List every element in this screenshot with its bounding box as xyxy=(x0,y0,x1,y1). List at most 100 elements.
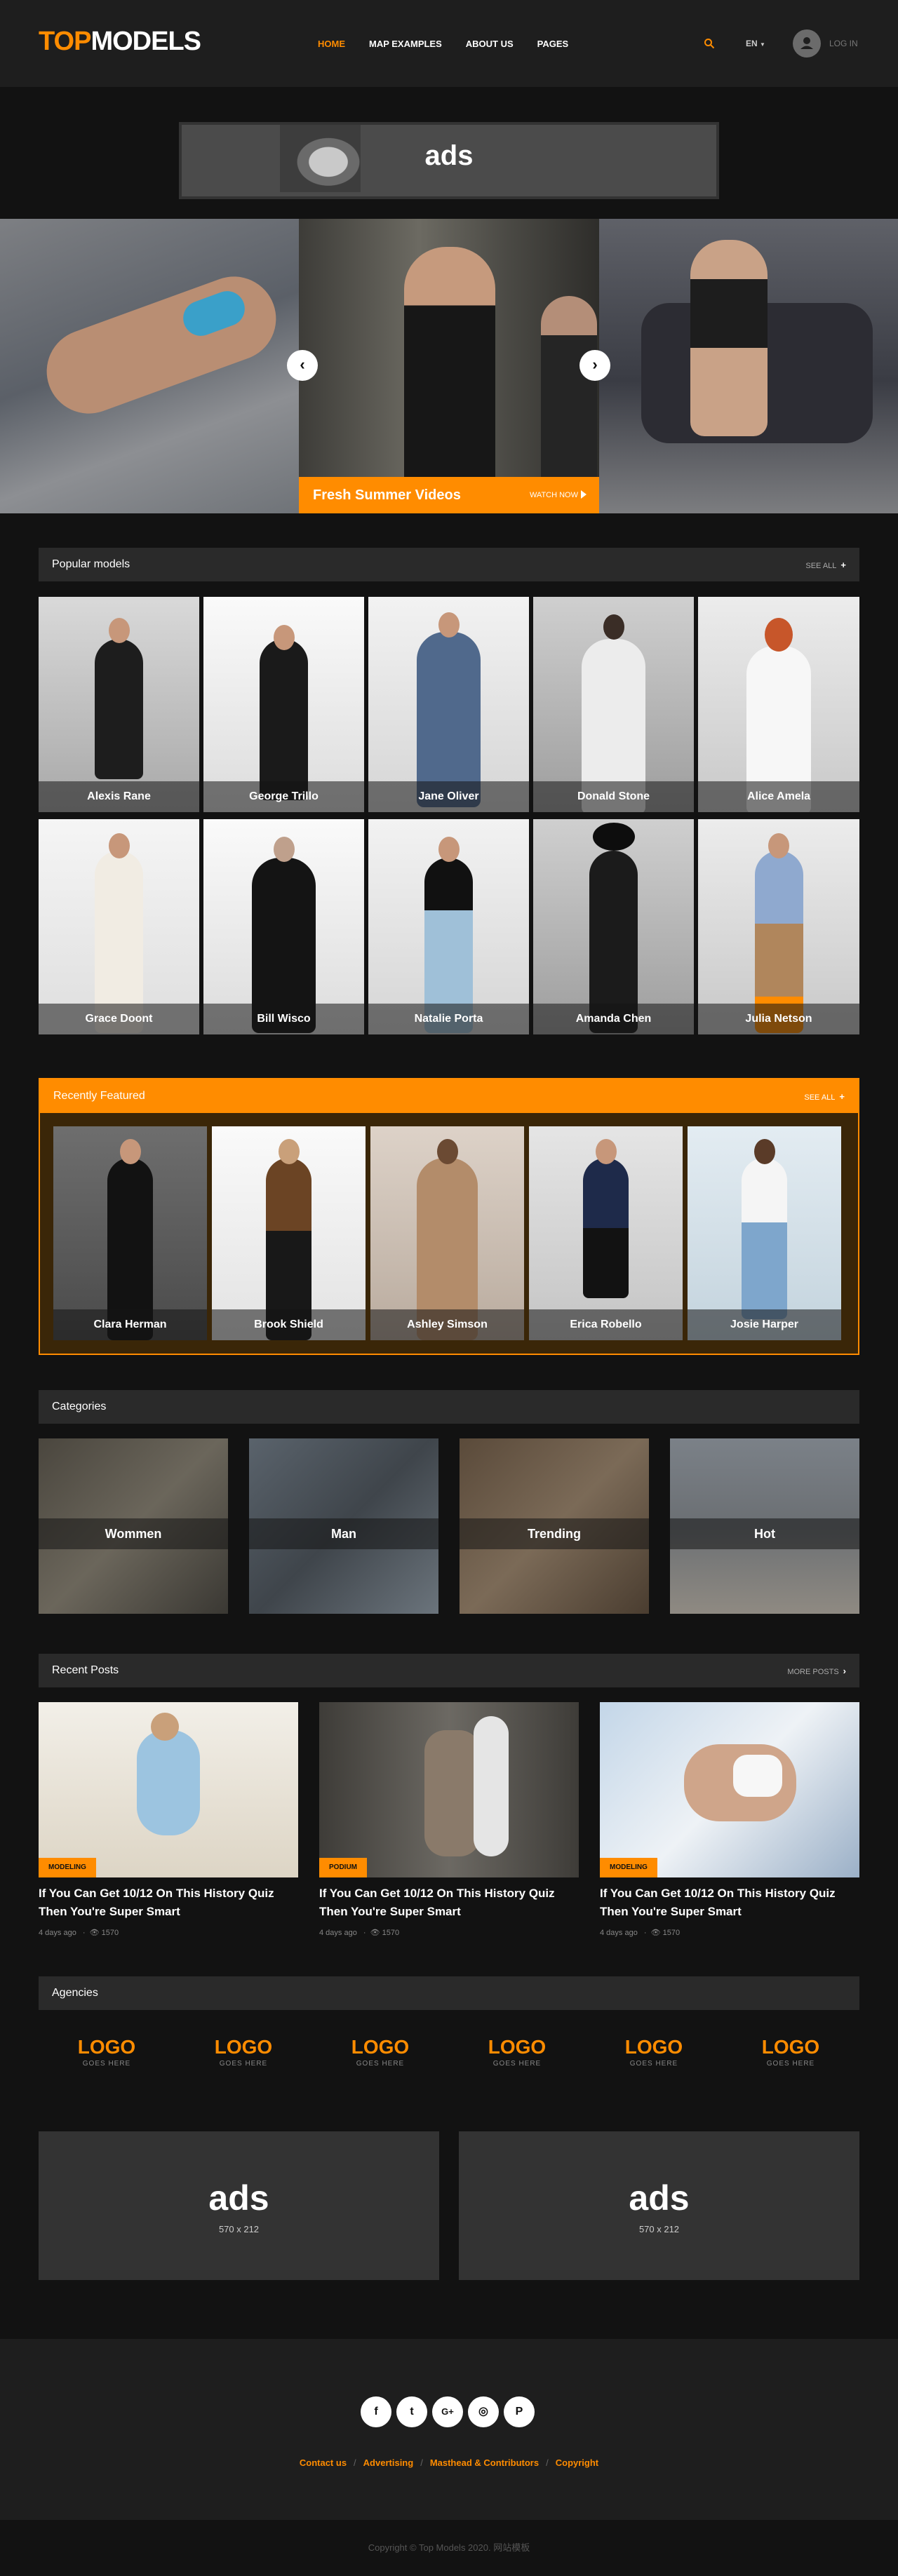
model-card[interactable]: Jane Oliver xyxy=(368,597,529,812)
footer-links: Contact us / Advertising / Masthead & Contri… xyxy=(0,2457,898,2468)
slide-image-3[interactable] xyxy=(599,219,898,513)
model-name: Erica Robello xyxy=(529,1309,683,1340)
ad-banner-top[interactable]: ads xyxy=(179,122,719,199)
agency-logo-sub: GOES HERE xyxy=(82,2060,131,2068)
slide-image-2[interactable] xyxy=(299,219,599,513)
hero-slider: Fresh Summer Videos WATCH NOW xyxy=(0,219,898,513)
category-label: Trending xyxy=(460,1518,649,1549)
nav-pages[interactable]: PAGES xyxy=(537,39,569,49)
featured-model-card[interactable]: Erica Robello xyxy=(529,1126,683,1340)
slide-caption[interactable]: Fresh Summer Videos WATCH NOW xyxy=(299,477,599,513)
watch-now-link[interactable]: WATCH NOW xyxy=(530,491,578,499)
ad-title: ads xyxy=(629,2178,690,2218)
footer-link-advertising[interactable]: Advertising xyxy=(363,2457,414,2468)
category-card-women[interactable]: Wommen xyxy=(39,1438,228,1614)
pinterest-icon[interactable]: P xyxy=(504,2396,535,2427)
post-tag[interactable]: MODELING xyxy=(600,1858,657,1877)
site-logo[interactable]: TOPMODELS xyxy=(39,27,201,57)
agency-logo-text: LOGO xyxy=(488,2036,547,2058)
language-selector[interactable]: EN ▼ xyxy=(746,39,765,48)
agency-logo[interactable]: LOGO GOES HERE xyxy=(324,2036,436,2068)
model-card[interactable]: Natalie Porta xyxy=(368,819,529,1034)
category-card-trending[interactable]: Trending xyxy=(460,1438,649,1614)
agency-logo[interactable]: LOGO GOES HERE xyxy=(187,2036,300,2068)
model-card[interactable]: Alice Amela xyxy=(698,597,859,812)
login-link[interactable]: LOG IN xyxy=(829,39,858,48)
ad-block-left[interactable]: ads 570 x 212 xyxy=(39,2131,439,2280)
user-avatar-icon[interactable] xyxy=(793,29,821,58)
twitter-icon[interactable]: t xyxy=(396,2396,427,2427)
post-image[interactable] xyxy=(319,1702,579,1877)
footer-link-separator: / xyxy=(354,2457,356,2468)
google-plus-icon[interactable]: G+ xyxy=(432,2396,463,2427)
post-title[interactable]: If You Can Get 10/12 On This History Qui… xyxy=(319,1884,579,1921)
post-meta: 4 days ago · 👁 1570 xyxy=(39,1929,119,1937)
model-name: Josie Harper xyxy=(688,1309,841,1340)
agency-logo-text: LOGO xyxy=(761,2036,820,2058)
ad-title: ads xyxy=(208,2178,269,2218)
footer-link-masthead[interactable]: Masthead & Contributors xyxy=(430,2457,539,2468)
post-views: 1570 xyxy=(662,1929,681,1937)
post-tag[interactable]: PODIUM xyxy=(319,1858,367,1877)
nav-map-examples[interactable]: MAP EXAMPLES xyxy=(369,39,442,49)
model-card[interactable]: Donald Stone xyxy=(533,597,694,812)
agency-logo[interactable]: LOGO GOES HERE xyxy=(51,2036,163,2068)
post-title[interactable]: If You Can Get 10/12 On This History Qui… xyxy=(39,1884,298,1921)
main-nav: HOME MAP EXAMPLES ABOUT US PAGES xyxy=(318,39,592,49)
post-image[interactable] xyxy=(600,1702,859,1877)
ad-block-right[interactable]: ads 570 x 212 xyxy=(459,2131,859,2280)
slide-image-1[interactable] xyxy=(0,219,299,513)
featured-model-card[interactable]: Ashley Simson xyxy=(370,1126,524,1340)
play-icon xyxy=(581,490,587,499)
model-card[interactable]: Grace Doont xyxy=(39,819,199,1034)
see-all-link[interactable]: SEE ALL + xyxy=(805,560,846,570)
ad-size: 570 x 212 xyxy=(218,2224,260,2234)
agency-logo[interactable]: LOGO GOES HERE xyxy=(461,2036,573,2068)
logo-top: TOP xyxy=(39,27,91,56)
nav-about-us[interactable]: ABOUT US xyxy=(466,39,514,49)
eye-icon: 👁 xyxy=(650,1929,661,1937)
model-name: Amanda Chen xyxy=(533,1004,694,1034)
category-card-man[interactable]: Man xyxy=(249,1438,438,1614)
instagram-icon[interactable]: ◎ xyxy=(468,2396,499,2427)
agency-logo-sub: GOES HERE xyxy=(356,2060,405,2068)
nav-home[interactable]: HOME xyxy=(318,39,345,49)
slider-prev-button[interactable]: ‹ xyxy=(287,350,318,381)
featured-model-card[interactable]: Clara Herman xyxy=(53,1126,207,1340)
agency-logo-sub: GOES HERE xyxy=(766,2060,815,2068)
model-name: Alexis Rane xyxy=(39,781,199,812)
agency-logo[interactable]: LOGO GOES HERE xyxy=(735,2036,847,2068)
post-date: 4 days ago xyxy=(39,1929,76,1937)
section-title: Agencies xyxy=(52,1987,98,1999)
footer-link-contact[interactable]: Contact us xyxy=(300,2457,347,2468)
see-all-link[interactable]: SEE ALL + xyxy=(804,1091,845,1102)
post-tag[interactable]: MODELING xyxy=(39,1858,96,1877)
recent-posts-header: Recent Posts MORE POSTS › xyxy=(39,1654,859,1687)
featured-model-card[interactable]: Josie Harper xyxy=(688,1126,841,1340)
featured-model-card[interactable]: Brook Shield xyxy=(212,1126,366,1340)
post-views: 1570 xyxy=(382,1929,400,1937)
model-card[interactable]: Amanda Chen xyxy=(533,819,694,1034)
slider-next-button[interactable]: › xyxy=(579,350,610,381)
model-card[interactable]: Julia Netson xyxy=(698,819,859,1034)
category-label: Hot xyxy=(670,1518,859,1549)
agency-logo-sub: GOES HERE xyxy=(629,2060,678,2068)
popular-models-header: Popular models SEE ALL + xyxy=(39,548,859,581)
page: TOPMODELS HOME MAP EXAMPLES ABOUT US PAG… xyxy=(0,0,898,2576)
model-card[interactable]: Alexis Rane xyxy=(39,597,199,812)
footer-link-separator: / xyxy=(420,2457,423,2468)
model-card[interactable]: George Trillo xyxy=(203,597,364,812)
more-posts-link[interactable]: MORE POSTS › xyxy=(787,1666,846,1676)
agency-logo[interactable]: LOGO GOES HERE xyxy=(598,2036,710,2068)
agencies-header: Agencies xyxy=(39,1976,859,2010)
search-icon[interactable] xyxy=(704,38,715,49)
post-title[interactable]: If You Can Get 10/12 On This History Qui… xyxy=(600,1884,859,1921)
post-image[interactable] xyxy=(39,1702,298,1877)
model-name: Clara Herman xyxy=(53,1309,207,1340)
category-card-hot[interactable]: Hot xyxy=(670,1438,859,1614)
facebook-icon[interactable]: f xyxy=(361,2396,391,2427)
footer-link-copyright[interactable]: Copyright xyxy=(556,2457,598,2468)
post-date: 4 days ago xyxy=(319,1929,357,1937)
model-name: Brook Shield xyxy=(212,1309,366,1340)
model-card[interactable]: Bill Wisco xyxy=(203,819,364,1034)
